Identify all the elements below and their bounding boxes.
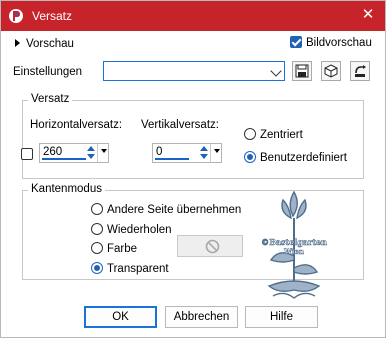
close-icon[interactable]: ✕ <box>359 6 377 24</box>
preset-options-button[interactable] <box>321 61 341 81</box>
spin-down-icon[interactable] <box>200 154 208 159</box>
radio-color-label: Farbe <box>107 243 138 255</box>
spin-arrows[interactable] <box>86 145 97 161</box>
radio-icon[interactable] <box>91 223 103 235</box>
watermark-line2: Wien <box>283 247 304 256</box>
disabled-color-icon <box>205 239 220 254</box>
link-offsets-checkbox[interactable] <box>21 148 33 160</box>
app-icon <box>9 9 23 23</box>
vertical-offset-label: Vertikalversatz: <box>141 119 219 131</box>
preview-toggle[interactable]: Vorschau <box>15 38 74 50</box>
edge-mode-group-title: Kantenmodus <box>28 183 105 195</box>
reset-button[interactable] <box>350 61 370 81</box>
dropdown-arrow-icon[interactable] <box>270 65 282 77</box>
horizontal-offset-dropdown[interactable] <box>97 144 110 162</box>
offset-group-title: Versatz <box>28 93 73 105</box>
ok-button[interactable]: OK <box>84 306 157 328</box>
vertical-offset-spin[interactable]: 0 <box>152 143 222 163</box>
radio-repeat-label: Wiederholen <box>107 224 172 236</box>
radio-icon[interactable] <box>91 203 103 215</box>
dropdown-arrow-icon <box>101 149 107 153</box>
checkbox-icon[interactable] <box>290 36 302 48</box>
radio-centered[interactable]: Zentriert <box>244 128 303 141</box>
radio-icon[interactable] <box>244 128 256 140</box>
help-button[interactable]: Hilfe <box>245 306 318 328</box>
preview-toggle-label: Vorschau <box>26 38 74 50</box>
vertical-offset-dropdown[interactable] <box>210 144 223 162</box>
vertical-offset-value[interactable]: 0 <box>156 146 162 158</box>
radio-transparent[interactable]: Transparent <box>91 262 169 275</box>
presets-combobox[interactable] <box>103 61 285 81</box>
cancel-button[interactable]: Abbrechen <box>165 306 238 328</box>
radio-icon[interactable] <box>91 262 103 274</box>
radio-centered-label: Zentriert <box>260 129 303 141</box>
radio-color[interactable]: Farbe <box>91 242 137 255</box>
spin-down-icon[interactable] <box>87 154 95 159</box>
radio-icon[interactable] <box>244 151 256 163</box>
radio-transparent-label: Transparent <box>107 263 169 275</box>
radio-wrap-label: Andere Seite übernehmen <box>107 204 242 216</box>
spin-up-icon[interactable] <box>87 146 95 151</box>
radio-custom-label: Benutzerdefiniert <box>260 152 347 164</box>
watermark-logo: ©Bastelgarten Wien <box>261 190 327 299</box>
radio-wrap[interactable]: Andere Seite übernehmen <box>91 203 241 216</box>
preset-options-icon <box>324 64 338 78</box>
window-title: Versatz <box>32 9 73 23</box>
horizontal-offset-label: Horizontalversatz: <box>30 119 123 131</box>
presets-label: Einstellungen <box>13 66 83 78</box>
offset-group <box>22 100 364 179</box>
expand-triangle-icon[interactable] <box>15 39 20 47</box>
edge-color-button[interactable] <box>177 235 243 257</box>
save-preset-button[interactable] <box>292 61 312 81</box>
spin-up-icon[interactable] <box>200 146 208 151</box>
horizontal-offset-spin[interactable]: 260 <box>39 143 109 163</box>
image-preview-checkbox[interactable]: Bildvorschau <box>290 36 372 49</box>
save-preset-icon <box>295 64 309 78</box>
spin-underline <box>42 158 86 160</box>
dialog-window: Versatz ✕ Vorschau Bildvorschau Einstell… <box>0 0 386 338</box>
radio-repeat[interactable]: Wiederholen <box>91 223 172 236</box>
reset-icon <box>355 65 366 77</box>
title-bar: Versatz ✕ <box>1 1 385 31</box>
spin-arrows[interactable] <box>199 145 210 161</box>
horizontal-offset-value[interactable]: 260 <box>43 146 62 158</box>
radio-icon[interactable] <box>91 242 103 254</box>
radio-custom[interactable]: Benutzerdefiniert <box>244 151 347 164</box>
dropdown-arrow-icon <box>214 149 220 153</box>
spin-underline <box>155 158 189 160</box>
watermark-line1: ©Bastelgarten <box>261 237 327 247</box>
image-preview-label: Bildvorschau <box>306 37 372 49</box>
